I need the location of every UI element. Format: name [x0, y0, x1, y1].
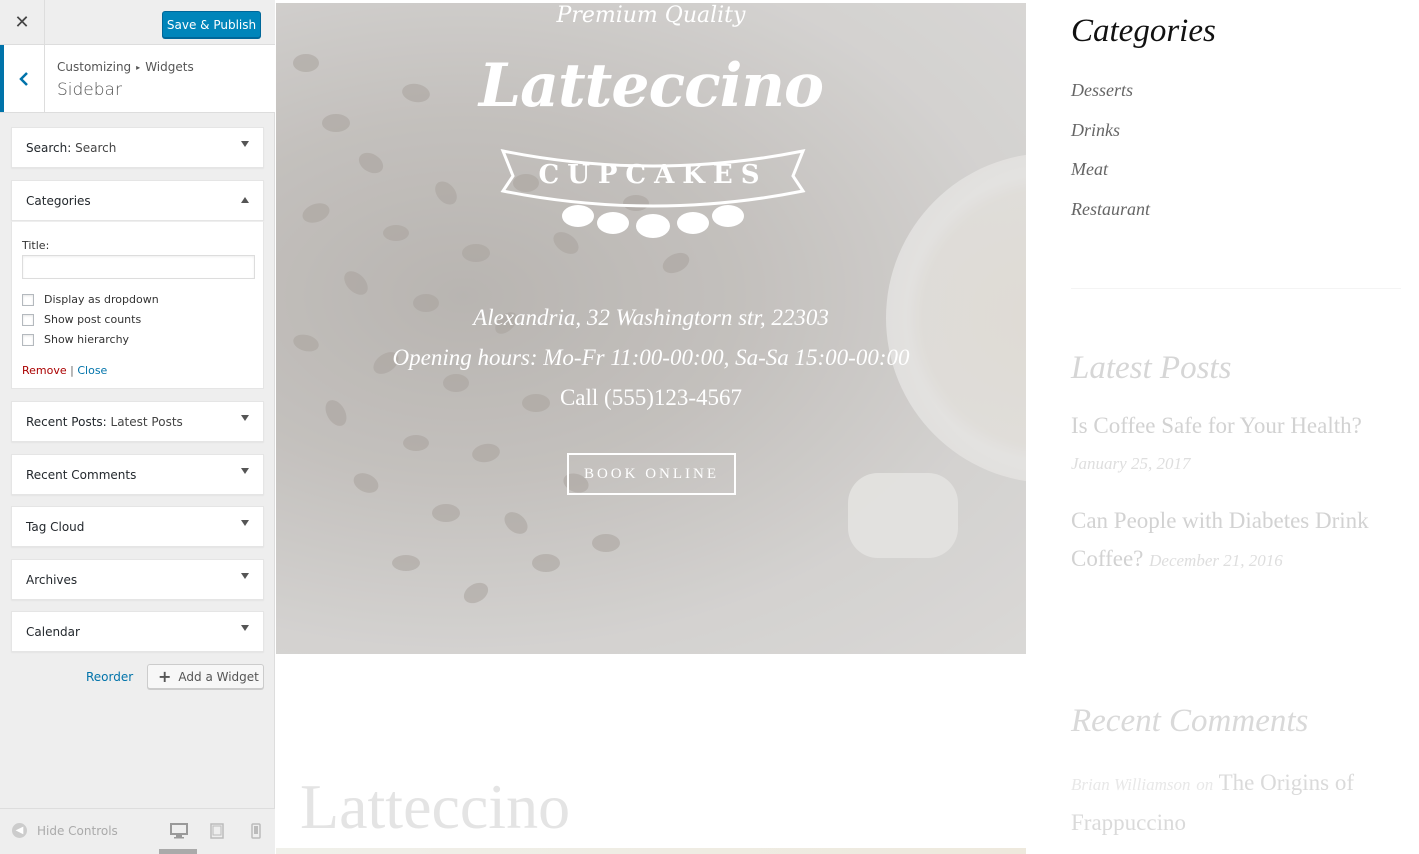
save-publish-button[interactable]: Save & Publish: [162, 11, 261, 38]
reorder-link[interactable]: Reorder: [86, 670, 133, 684]
site-preview: Premium Quality Latteccino CUPCAKES Alex…: [275, 0, 1419, 854]
comment-on: on: [1196, 775, 1214, 794]
chevron-down-icon[interactable]: [241, 415, 249, 421]
close-link[interactable]: Close: [77, 364, 107, 377]
widget-title: Calendar: [26, 625, 80, 639]
title-input[interactable]: [22, 255, 255, 279]
collapse-icon: ◀: [12, 823, 27, 838]
link-separator: |: [70, 364, 74, 377]
remove-link[interactable]: Remove: [22, 364, 67, 377]
widget-title: Recent Posts: Latest Posts: [26, 415, 183, 429]
chevron-down-icon[interactable]: [241, 625, 249, 631]
latest-post-item[interactable]: Is Coffee Safe for Your Health? January …: [1071, 407, 1401, 483]
section-header: Customizing ▸ Widgets Sidebar: [0, 45, 275, 113]
widget-tag-cloud[interactable]: Tag Cloud: [11, 506, 264, 547]
widget-divider: [1071, 288, 1401, 289]
comment-author[interactable]: Brian Williamson: [1071, 775, 1190, 794]
add-widget-label: Add a Widget: [178, 669, 259, 684]
hero-hours: Opening hours: Mo-Fr 11:00-00:00, Sa-Sa …: [392, 345, 910, 370]
logo-tagline: Premium Quality: [556, 3, 746, 28]
widget-calendar[interactable]: Calendar: [11, 611, 264, 652]
book-online-button[interactable]: BOOK ONLINE: [567, 453, 736, 495]
categories-heading: Categories: [1071, 13, 1216, 49]
chevron-down-icon[interactable]: [241, 141, 249, 147]
post-title[interactable]: Is Coffee Safe for Your Health?: [1071, 407, 1401, 445]
categories-widget-form: Title: Display as dropdown Show post cou…: [11, 221, 264, 389]
chevron-up-icon[interactable]: [241, 197, 249, 203]
tablet-icon[interactable]: [210, 823, 224, 839]
logo-brand: Latteccino: [478, 51, 824, 121]
close-icon[interactable]: ✕: [0, 0, 45, 45]
hide-controls-button[interactable]: ◀ Hide Controls: [12, 823, 118, 838]
recent-comments-heading: Recent Comments: [1071, 703, 1309, 739]
hero-address: Alexandria, 32 Washingtorn str, 22303: [473, 305, 829, 330]
widget-title: Categories: [26, 194, 91, 208]
widget-subtitle: Search: [75, 141, 117, 155]
site-title: Latteccino: [300, 771, 571, 842]
widget-title: Tag Cloud: [26, 520, 85, 534]
content-image-edge: [276, 848, 1026, 854]
category-link[interactable]: Meat: [1071, 159, 1108, 180]
option-show-post-counts[interactable]: Show post counts: [22, 313, 141, 326]
breadcrumb-item: Widgets: [145, 60, 194, 74]
latest-post-item[interactable]: Can People with Diabetes Drink Coffee? D…: [1071, 502, 1401, 580]
customizer-panel: ✕ Save & Publish Customizing ▸ Widgets Sid…: [0, 0, 275, 854]
category-link[interactable]: Desserts: [1071, 80, 1133, 101]
widget-recent-posts[interactable]: Recent Posts: Latest Posts: [11, 401, 264, 442]
hide-controls-label: Hide Controls: [37, 823, 118, 838]
checkbox-label: Display as dropdown: [44, 293, 159, 306]
hero-phone: Call (555)123-4567: [559, 385, 743, 410]
checkbox[interactable]: [22, 293, 34, 306]
title-label: Title:: [22, 239, 50, 252]
chevron-down-icon[interactable]: [241, 573, 249, 579]
customizer-footer: ◀ Hide Controls: [0, 808, 275, 854]
widget-title: Recent Comments: [26, 468, 137, 482]
checkbox-label: Show post counts: [44, 313, 142, 326]
latest-posts-heading: Latest Posts: [1071, 350, 1232, 386]
hero-banner: Premium Quality Latteccino CUPCAKES Alex…: [276, 3, 1026, 654]
post-date: December 21, 2016: [1149, 551, 1283, 570]
desktop-icon[interactable]: [170, 823, 188, 839]
active-device-indicator: [159, 849, 197, 854]
add-widget-button[interactable]: + Add a Widget: [147, 664, 264, 689]
chevron-down-icon[interactable]: [241, 520, 249, 526]
mobile-icon[interactable]: [251, 823, 261, 839]
section-title: Sidebar: [57, 80, 122, 100]
widget-control-links: Remove | Close: [22, 364, 107, 377]
logo-ribbon-text: CUPCAKES: [539, 160, 768, 190]
plus-icon: +: [158, 667, 172, 686]
back-arrow-icon[interactable]: [0, 45, 45, 112]
category-link[interactable]: Drinks: [1071, 120, 1120, 141]
widget-categories[interactable]: Categories: [11, 180, 264, 221]
breadcrumb-item: Customizing: [57, 60, 132, 74]
checkbox[interactable]: [22, 313, 34, 326]
breadcrumb: Customizing ▸ Widgets: [57, 60, 194, 74]
recent-comment-item: Brian Williamson on The Origins of Frapp…: [1071, 764, 1401, 842]
widget-recent-comments[interactable]: Recent Comments: [11, 454, 264, 495]
option-display-dropdown[interactable]: Display as dropdown: [22, 293, 159, 306]
post-date: January 25, 2017: [1071, 454, 1191, 473]
customizer-header: ✕ Save & Publish: [0, 0, 275, 45]
category-link[interactable]: Restaurant: [1071, 199, 1150, 220]
option-show-hierarchy[interactable]: Show hierarchy: [22, 333, 129, 346]
breadcrumb-separator-icon: ▸: [136, 63, 141, 72]
widget-title: Search: Search: [26, 141, 117, 155]
checkbox-label: Show hierarchy: [44, 333, 130, 346]
widget-search[interactable]: Search: Search: [11, 127, 264, 168]
logo-ribbon: CUPCAKES: [500, 148, 806, 238]
widget-archives[interactable]: Archives: [11, 559, 264, 600]
widget-subtitle: Latest Posts: [110, 415, 183, 429]
widget-title: Archives: [26, 573, 78, 587]
chevron-down-icon[interactable]: [241, 468, 249, 474]
checkbox[interactable]: [22, 333, 34, 346]
